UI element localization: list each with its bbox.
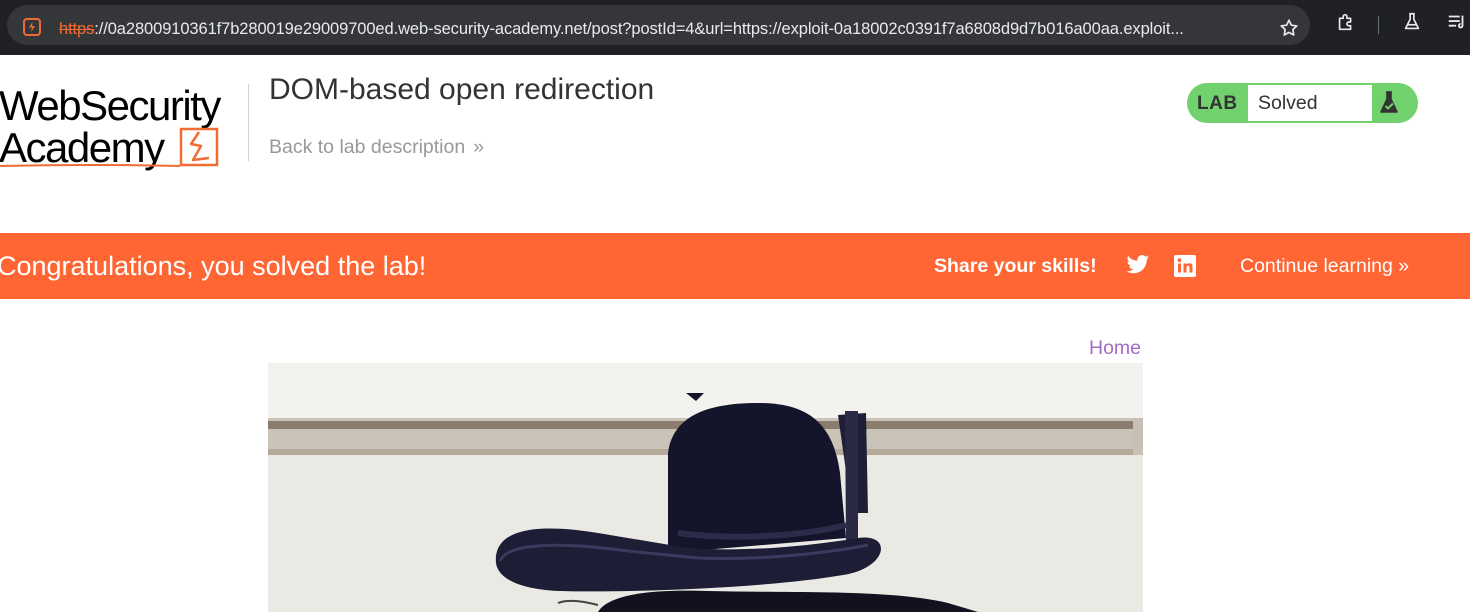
lab-status-widget: LAB Solved — [1187, 83, 1418, 123]
url-text[interactable]: https://0a2800910361f7b280019e29009700ed… — [59, 20, 1184, 39]
congratulations-message: Congratulations, you solved the lab! — [0, 251, 427, 281]
site-info-icon[interactable] — [23, 18, 41, 36]
double-chevron-right-icon: » — [473, 136, 485, 158]
bowler-hat-photo-icon — [268, 363, 1143, 612]
home-link[interactable]: Home — [1089, 337, 1141, 360]
lab-label: LAB — [1197, 93, 1238, 114]
url-path: ://0a2800910361f7b280019e29009700ed.web-… — [94, 20, 1184, 38]
double-chevron-right-icon: » — [1398, 255, 1410, 277]
bookmark-star-icon[interactable] — [1278, 17, 1300, 39]
back-to-lab-description-link[interactable]: Back to lab description » — [269, 136, 484, 159]
address-bar[interactable]: https://0a2800910361f7b280019e29009700ed… — [7, 5, 1310, 45]
share-skills-label: Share your skills! — [934, 255, 1097, 277]
twitter-icon[interactable] — [1126, 255, 1150, 275]
lab-state-text: Solved — [1258, 92, 1318, 114]
continue-learning-label: Continue learning — [1240, 255, 1393, 277]
lab-state-box: Solved — [1248, 85, 1372, 121]
toolbar-separator — [1378, 16, 1379, 34]
continue-learning-link[interactable]: Continue learning » — [1240, 255, 1409, 278]
back-link-label: Back to lab description — [269, 136, 466, 158]
labs-flask-icon[interactable] — [1401, 11, 1423, 33]
logo-text-line1: WebSecurity — [0, 82, 221, 129]
logo-text-line2: Academy — [0, 124, 165, 171]
extensions-icon[interactable] — [1335, 11, 1357, 33]
solved-banner: Congratulations, you solved the lab! Sha… — [0, 233, 1470, 299]
browser-toolbar: https://0a2800910361f7b280019e29009700ed… — [0, 0, 1470, 55]
lab-title: DOM-based open redirection — [269, 73, 655, 106]
url-scheme: https — [59, 20, 95, 38]
solved-flask-icon — [1380, 91, 1398, 113]
logo-divider — [248, 84, 249, 161]
web-security-academy-logo[interactable]: WebSecurity Academy — [0, 80, 245, 172]
post-image — [268, 363, 1143, 612]
linkedin-icon[interactable] — [1174, 255, 1196, 277]
reading-list-icon[interactable] — [1446, 11, 1468, 33]
